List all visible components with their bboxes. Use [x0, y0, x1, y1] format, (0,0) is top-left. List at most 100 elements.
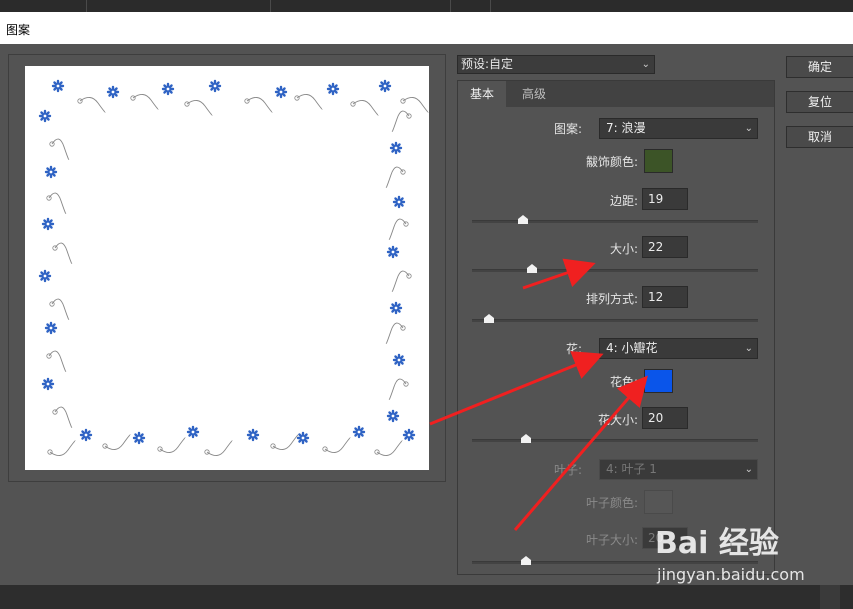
chevron-down-icon: ⌄: [744, 464, 753, 475]
flower-icon: [79, 428, 93, 442]
decor-color-swatch[interactable]: [644, 149, 673, 173]
flower-icon: [44, 321, 58, 335]
flower-icon: [386, 409, 400, 423]
flower-icon: [392, 353, 406, 367]
vine-ornament: [79, 97, 106, 113]
bottom-status-bar: [0, 585, 853, 609]
vine-ornament: [385, 166, 404, 188]
tab-bar: 基本 高级: [457, 80, 775, 108]
flower-color-label: 花色:: [609, 375, 638, 389]
vine-ornament: [385, 322, 404, 344]
flower-icon: [378, 79, 392, 93]
preset-label: 预设:: [461, 57, 490, 71]
size-label: 大小:: [609, 242, 638, 256]
vine-ornament: [352, 100, 379, 116]
pattern-value: 7: 浪漫: [606, 121, 646, 135]
flower-icon: [352, 425, 366, 439]
vine-ornament: [49, 440, 76, 456]
baidu-watermark: Bai 经验 jingyan.baidu.com: [655, 518, 840, 588]
leaf-size-label: 叶子大小:: [585, 533, 638, 547]
flower-icon: [296, 431, 310, 445]
tab-basic[interactable]: 基本: [458, 81, 507, 108]
reset-button[interactable]: 复位: [786, 91, 853, 113]
vine-ornament: [388, 378, 407, 400]
flower-icon: [51, 79, 65, 93]
tab-advanced[interactable]: 高级: [510, 81, 558, 108]
cancel-button[interactable]: 取消: [786, 126, 853, 148]
flower-icon: [208, 79, 222, 93]
leaf-select[interactable]: 4: 叶子 1 ⌄: [599, 459, 758, 480]
flower-icon: [246, 428, 260, 442]
leaf-label: 叶子:: [553, 463, 582, 477]
margin-input[interactable]: 19: [642, 188, 688, 210]
vine-ornament: [54, 242, 73, 264]
flower-size-input[interactable]: 20: [642, 407, 688, 429]
flower-icon: [186, 425, 200, 439]
vine-ornament: [391, 270, 410, 292]
preset-value: 自定: [489, 57, 514, 71]
flower-icon: [392, 195, 406, 209]
chevron-down-icon: ⌄: [744, 123, 753, 134]
vine-ornament: [48, 350, 67, 372]
vine-ornament: [246, 97, 273, 113]
dialog-title: 图案: [6, 23, 31, 37]
flower-label: 花:: [565, 342, 582, 356]
size-input[interactable]: 22: [642, 236, 688, 258]
pattern-preview-art: [38, 79, 429, 456]
vine-ornament: [186, 100, 213, 116]
flower-icon: [38, 109, 52, 123]
vine-ornament: [391, 110, 410, 132]
flower-icon: [402, 428, 416, 442]
size-slider-track[interactable]: [472, 269, 758, 272]
pattern-select[interactable]: 7: 浪漫 ⌄: [599, 118, 758, 139]
flower-icon: [389, 141, 403, 155]
vine-ornament: [104, 434, 131, 450]
flower-icon: [161, 82, 175, 96]
vine-ornament: [296, 94, 323, 110]
scroll-corner: [820, 585, 840, 609]
flower-value: 4: 小瓣花: [606, 341, 658, 355]
decor-color-label: 黻饰颜色:: [585, 155, 638, 169]
flower-size-slider-track[interactable]: [472, 439, 758, 442]
vine-ornament: [159, 437, 186, 453]
preset-select[interactable]: 预设:自定 ⌄: [457, 55, 655, 74]
dialog-title-bar: 图案: [0, 12, 853, 44]
flower-size-label: 花大小:: [597, 413, 638, 427]
vine-curl: [294, 95, 300, 101]
pattern-label: 图案:: [553, 122, 582, 136]
leaf-color-label: 叶子颜色:: [585, 496, 638, 510]
margin-label: 边距:: [609, 194, 638, 208]
flower-icon: [41, 377, 55, 391]
app-top-strip: [0, 0, 853, 12]
vine-ornament: [48, 192, 67, 214]
watermark-url: jingyan.baidu.com: [657, 565, 805, 584]
flower-icon: [386, 245, 400, 259]
chevron-down-icon: ⌄: [744, 343, 753, 354]
arrangement-slider-track[interactable]: [472, 319, 758, 322]
margin-slider-track[interactable]: [472, 220, 758, 223]
leaf-value: 4: 叶子 1: [606, 462, 657, 476]
flower-icon: [274, 85, 288, 99]
flower-icon: [41, 217, 55, 231]
flower-select[interactable]: 4: 小瓣花 ⌄: [599, 338, 758, 359]
vine-ornament: [324, 437, 351, 453]
watermark-logo: Bai 经验: [655, 526, 779, 561]
vine-ornament: [54, 406, 73, 428]
flower-color-swatch[interactable]: [644, 369, 673, 393]
top-separator: [86, 0, 87, 12]
arrangement-input[interactable]: 12: [642, 286, 688, 308]
vine-ornament: [51, 298, 70, 320]
flower-icon: [38, 269, 52, 283]
flower-icon: [44, 165, 58, 179]
vine-ornament: [376, 440, 403, 456]
vine-ornament: [402, 97, 429, 113]
top-separator: [450, 0, 451, 12]
flower-icon: [389, 301, 403, 315]
vine-curl: [130, 95, 136, 101]
chevron-down-icon: ⌄: [641, 59, 650, 70]
ok-button[interactable]: 确定: [786, 56, 853, 78]
top-separator: [270, 0, 271, 12]
leaf-color-swatch[interactable]: [644, 490, 673, 514]
arrangement-label: 排列方式:: [585, 292, 638, 306]
vine-ornament: [132, 94, 159, 110]
